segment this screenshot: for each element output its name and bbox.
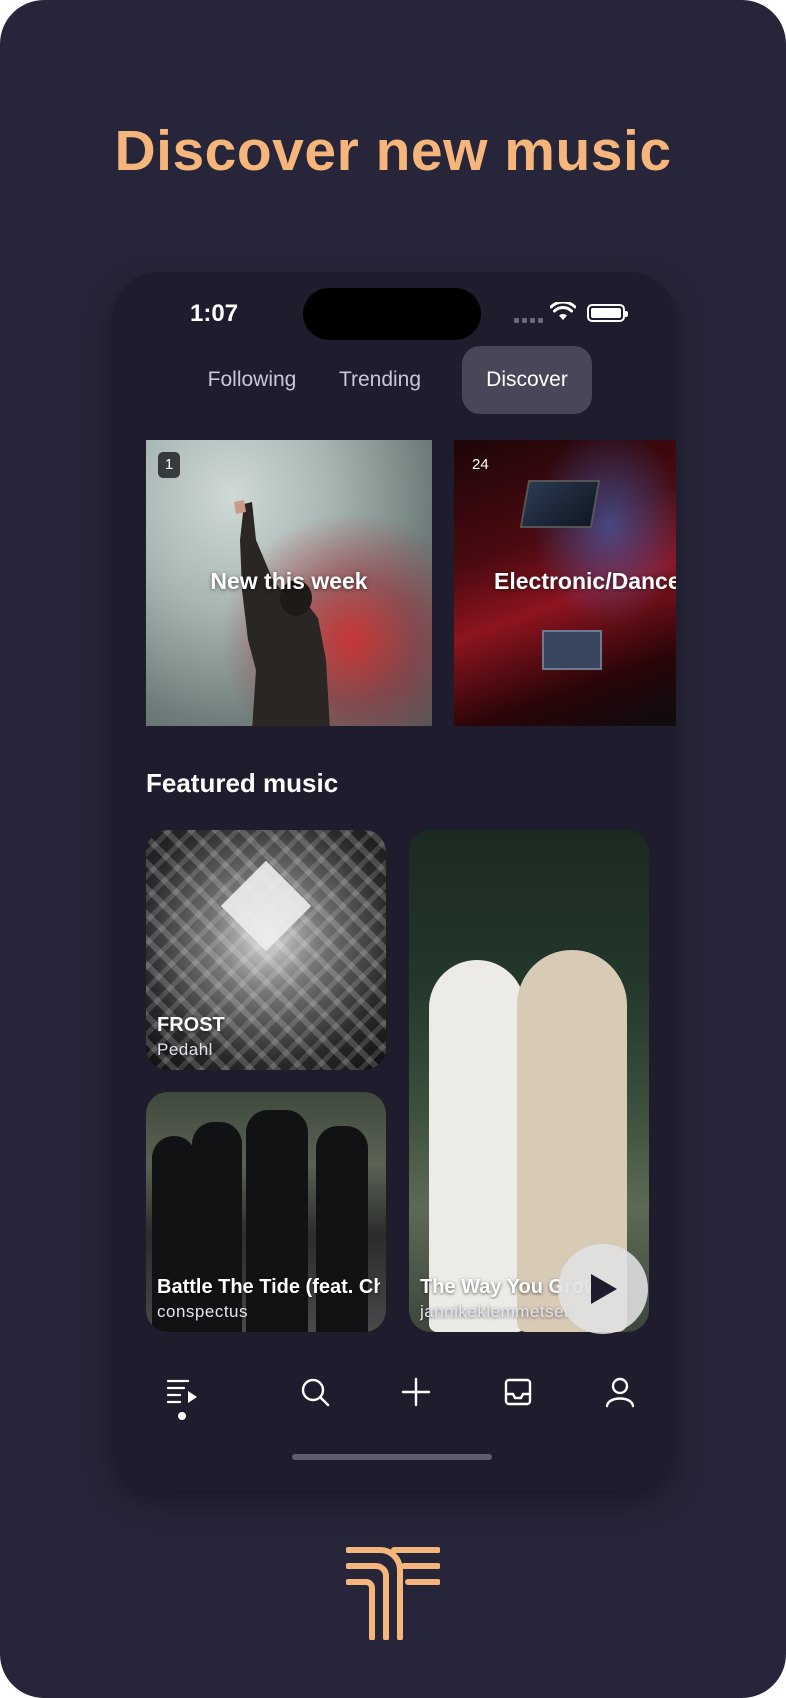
track-title: FROST: [157, 1014, 225, 1036]
playlist-card-electronic-dance[interactable]: 24 Electronic/Dance: [454, 440, 676, 726]
carousel-card-title: New this week: [210, 568, 368, 594]
signal-icon: [514, 318, 543, 323]
wifi-icon: [550, 302, 576, 320]
battery-icon: [587, 304, 628, 322]
phone-screen: 1:07 Following Trending Discover 1 New t…: [112, 272, 676, 1490]
play-button[interactable]: [558, 1244, 648, 1334]
album-art: [220, 860, 312, 952]
featured-music-heading: Featured music: [146, 768, 339, 798]
plus-icon[interactable]: [396, 1372, 436, 1412]
track-tile-battle-the-tide[interactable]: Battle The Tide (feat. Ch... conspectus: [146, 1092, 386, 1332]
performer-image: [234, 500, 330, 726]
dynamic-island: [303, 288, 481, 340]
carousel-card-title: Electronic/Dance: [494, 568, 676, 594]
promo-frame: Discover new music 1:07 Following Trendi…: [0, 0, 786, 1698]
headline: Discover new music: [114, 119, 672, 183]
search-icon[interactable]: [295, 1372, 335, 1412]
profile-icon[interactable]: [600, 1372, 640, 1412]
playlist-card-new-this-week[interactable]: 1 New this week: [146, 440, 432, 726]
rank-badge: 1: [158, 452, 180, 478]
track-artist: Pedahl: [157, 1040, 213, 1059]
track-tile-frost[interactable]: FROST Pedahl: [146, 830, 386, 1070]
status-time: 1:07: [190, 300, 239, 327]
tab-following[interactable]: Following: [196, 346, 308, 414]
track-title: Battle The Tide (feat. Ch...: [157, 1276, 380, 1298]
dj-laptop-image: [519, 480, 601, 528]
inbox-icon[interactable]: [498, 1372, 538, 1412]
tab-discover[interactable]: Discover: [462, 346, 592, 414]
play-icon: [591, 1274, 617, 1304]
brand-logo-icon: [346, 1547, 440, 1640]
tab-trending[interactable]: Trending: [330, 346, 430, 414]
dj-deck-image: [542, 630, 602, 670]
active-tab-indicator: [178, 1412, 186, 1420]
track-artist: conspectus: [157, 1302, 248, 1321]
feed-tabs: Following Trending Discover: [112, 346, 676, 414]
bottom-nav: [112, 1352, 676, 1442]
feed-icon[interactable]: [162, 1372, 202, 1412]
rank-badge: 24: [472, 456, 489, 473]
home-indicator: [292, 1454, 492, 1460]
